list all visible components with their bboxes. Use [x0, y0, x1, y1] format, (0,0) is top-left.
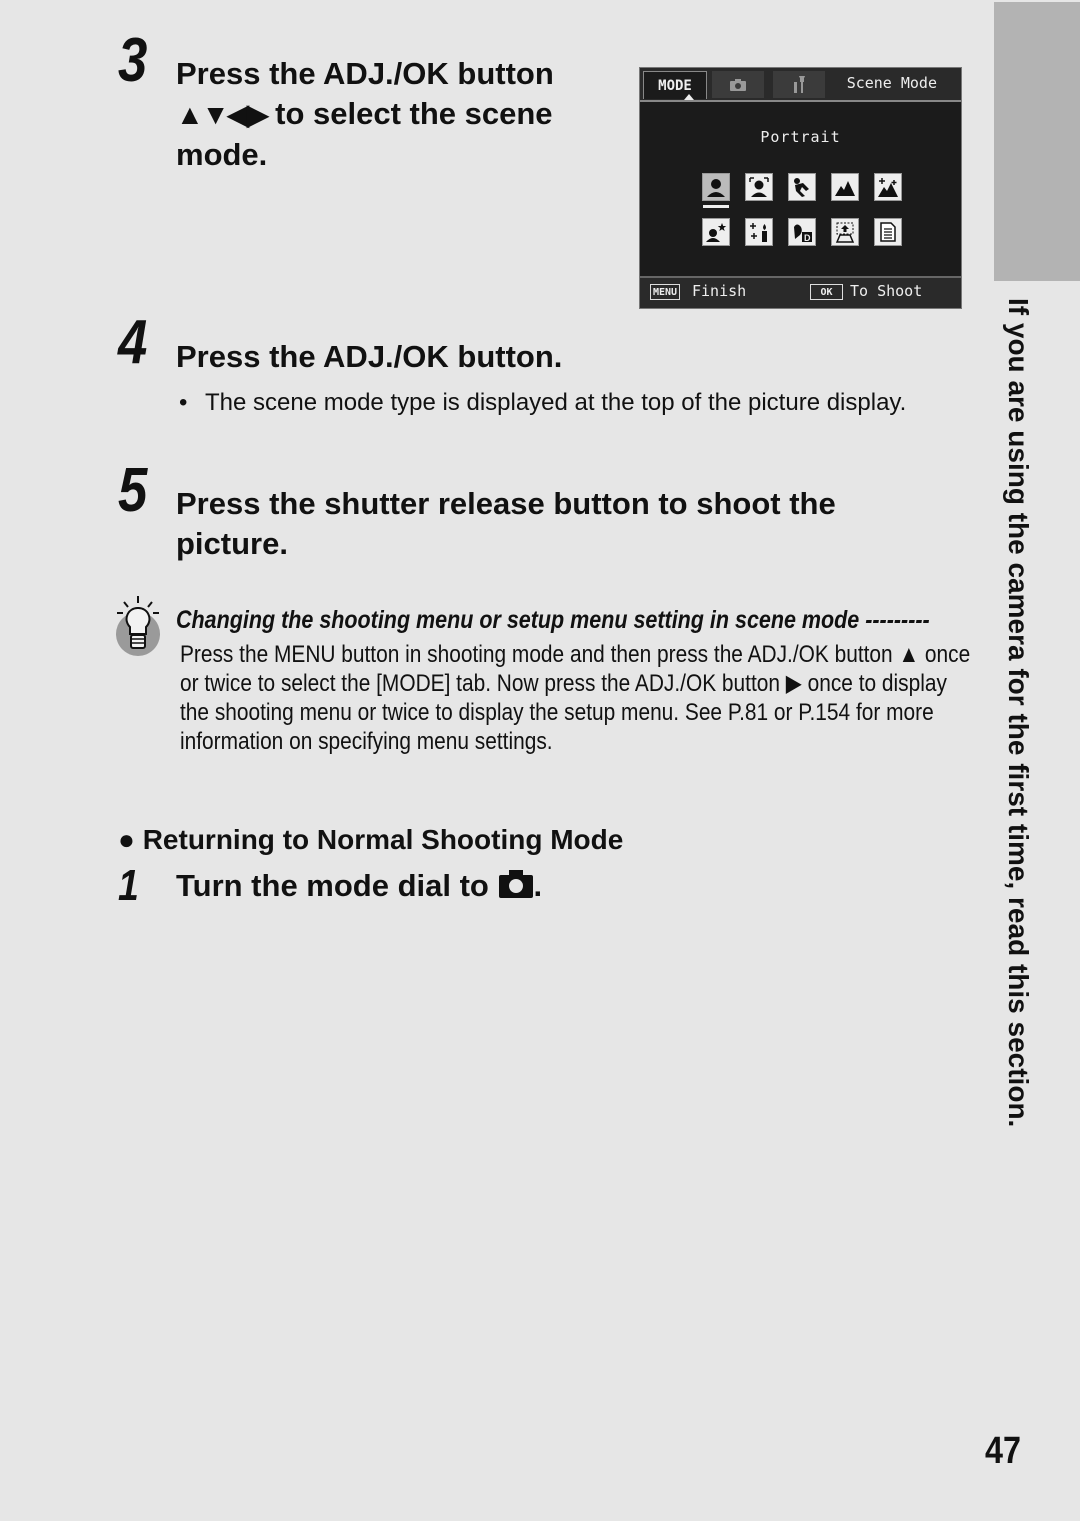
step-3-line-2: ▲▼◀▶ to select the scene	[176, 96, 553, 131]
tab-setup[interactable]	[773, 71, 825, 98]
menu-key-icon: MENU	[650, 284, 681, 300]
portrait-icon[interactable]	[702, 173, 730, 201]
high-sensitivity-icon[interactable]	[702, 218, 730, 246]
tip-line: the shooting menu or twice to display th…	[180, 699, 934, 726]
tip-line: Press the MENU button in shooting mode a…	[180, 641, 971, 668]
lcd-footer: MENU Finish OK To Shoot	[640, 276, 961, 308]
tab-camera[interactable]	[712, 71, 764, 98]
finish-label: Finish	[692, 282, 747, 300]
text-mode-icon[interactable]	[874, 218, 902, 246]
camera-scene-mode-screen: MODE Scene Mode Portrait D MENU Finish O…	[639, 67, 962, 309]
step-5-heading: Press the shutter release button to shoo…	[176, 486, 836, 561]
night-scene-icon[interactable]	[874, 173, 902, 201]
camera-icon	[730, 78, 746, 91]
step-3-line-1: Press the ADJ./OK button	[176, 56, 554, 91]
step-number-5: 5	[118, 456, 148, 525]
tip-line: or twice to select the [MODE] tab. Now p…	[180, 670, 947, 697]
to-shoot-label: To Shoot	[850, 282, 923, 300]
page-number: 47	[985, 1430, 1021, 1472]
section-tab-marker	[994, 2, 1080, 281]
bullet-icon: •	[179, 389, 188, 416]
skew-correction-icon[interactable]	[831, 218, 859, 246]
selected-scene-label: Portrait	[760, 128, 841, 146]
lcd-divider	[640, 100, 961, 102]
step-1-heading: Turn the mode dial to .	[176, 868, 543, 903]
step-3-line-3: mode.	[176, 137, 268, 172]
tip-body: Press the MENU button in shooting mode a…	[180, 640, 971, 756]
direction-arrows-icon: ▲▼◀▶	[176, 99, 268, 130]
zoom-macro-icon[interactable]: D	[788, 218, 816, 246]
lcd-tab-bar: MODE Scene Mode	[640, 68, 961, 100]
step-3-heading: Press the ADJ./OK button ▲▼◀▶ to select …	[176, 54, 554, 175]
step-number-3: 3	[118, 26, 148, 95]
landscape-icon[interactable]	[831, 173, 859, 201]
step-number-1: 1	[118, 861, 139, 910]
tip-line: information on specifying menu settings.	[180, 728, 553, 755]
lightbulb-icon	[114, 594, 164, 658]
wrench-icon	[794, 75, 805, 93]
face-portrait-icon[interactable]	[745, 173, 773, 201]
step-number-4: 4	[118, 308, 148, 377]
tab-mode[interactable]: MODE	[643, 71, 707, 99]
step-4-bullet: • The scene mode type is displayed at th…	[179, 386, 915, 419]
sports-icon[interactable]	[788, 173, 816, 201]
selection-underline	[703, 205, 729, 208]
returning-subheading: ● Returning to Normal Shooting Mode	[118, 824, 624, 855]
candlelight-icon[interactable]	[745, 218, 773, 246]
tip-title: Changing the shooting menu or setup menu…	[176, 606, 930, 634]
section-side-label: If you are using the camera for the firs…	[1003, 298, 1034, 1128]
svg-text:D: D	[804, 233, 811, 243]
ok-key-icon: OK	[810, 284, 843, 300]
camera-mode-icon	[498, 870, 533, 898]
bullet-dot-icon: ●	[118, 824, 135, 855]
step-4-heading: Press the ADJ./OK button.	[176, 339, 563, 374]
lcd-scene-mode-title: Scene Mode	[846, 74, 937, 92]
